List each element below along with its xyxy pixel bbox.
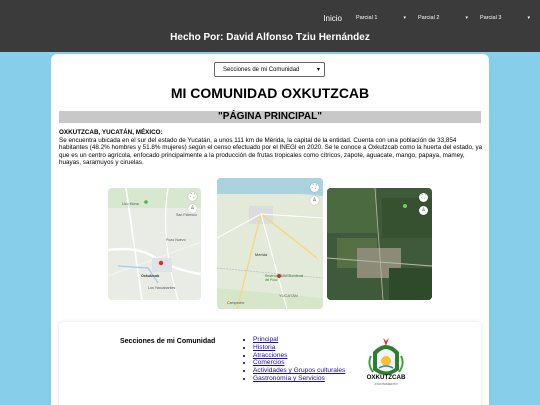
link-comercios[interactable]: Comercios — [253, 359, 285, 366]
list-item: Gastronomía y Servicios — [253, 375, 345, 383]
author-credit: Hecho Por: David Alfonso Tziu Hernández — [170, 32, 370, 43]
link-principal[interactable]: Principal — [253, 336, 278, 343]
main-nav: Inicio Parcial 1 ▾ Parcial 2 ▾ Parcial 3… — [323, 12, 532, 24]
intro-paragraph: OXKUTZCAB, YUCATÁN, MÉXICO: Se encuentra… — [59, 129, 483, 167]
fullscreen-icon[interactable]: ⛶ — [310, 183, 319, 192]
logo-text: OXKUTZCAB — [366, 374, 406, 381]
list-item: Atracciones — [253, 352, 345, 360]
map-label: Mérida — [255, 252, 268, 257]
logo-subtext: AYUNTAMIENTO — [374, 382, 398, 386]
link-actividades[interactable]: Actividades y Grupos culturales — [253, 367, 345, 374]
main-card: Secciones de mi Comunidad ▾ MI COMUNIDAD… — [51, 54, 489, 405]
map-label: Los Yaxcabantes — [148, 286, 176, 290]
map-label: Oxkutzcab — [141, 274, 160, 278]
footer-title: Secciones de mi Comunidad — [120, 338, 216, 345]
fullscreen-icon[interactable]: ⛶ — [188, 192, 197, 201]
page-title: MI COMUNIDAD OXKUTZCAB — [170, 85, 370, 101]
footer-links-list: Principal Historia Atracciones Comercios… — [245, 336, 345, 383]
nav-home-link[interactable]: Inicio — [323, 14, 342, 23]
list-item: Comercios — [253, 359, 345, 367]
map-oxkutzcab-satellite[interactable]: ⛶ ♙ — [327, 188, 432, 300]
map-label: Reserva Estatal Biocultural del Puuc — [265, 274, 304, 282]
map-region-graphic — [217, 178, 323, 309]
link-historia[interactable]: Historia — [253, 344, 275, 351]
map-label: Pozo Nuevo — [166, 238, 186, 242]
map-oxkutzcab-street[interactable]: Lico Mona San Fidencio Pozo Nuevo Oxkutz… — [108, 188, 201, 300]
map-satellite-graphic — [327, 188, 432, 300]
sections-dropdown-value: Secciones de mi Comunidad — [223, 66, 300, 73]
page-subtitle: "PÁGINA PRINCIPAL" — [59, 111, 481, 123]
map-label: Campeche — [227, 301, 245, 305]
list-item: Principal — [253, 336, 345, 344]
chevron-down-icon: ▾ — [527, 15, 530, 21]
sections-dropdown[interactable]: Secciones de mi Comunidad ▾ — [214, 62, 325, 77]
top-navbar: Inicio Parcial 1 ▾ Parcial 2 ▾ Parcial 3… — [0, 0, 540, 52]
street-view-icon[interactable]: ♙ — [310, 196, 319, 205]
list-item: Historia — [253, 344, 345, 352]
nav-select-parcial-3[interactable]: Parcial 3 ▾ — [476, 12, 532, 24]
map-label: YUCATÁN — [279, 293, 298, 298]
nav-select-label: Parcial 1 — [356, 15, 378, 21]
intro-heading: OXKUTZCAB, YUCATÁN, MÉXICO: — [59, 129, 163, 136]
chevron-down-icon: ▾ — [316, 67, 320, 73]
nav-select-parcial-1[interactable]: Parcial 1 ▾ — [352, 12, 408, 24]
street-view-icon[interactable]: ♙ — [188, 204, 197, 213]
nav-select-label: Parcial 2 — [418, 15, 440, 21]
list-item: Actividades y Grupos culturales — [253, 367, 345, 375]
chevron-down-icon: ▾ — [465, 15, 468, 21]
nav-select-parcial-2[interactable]: Parcial 2 ▾ — [414, 12, 470, 24]
map-yucatan-region[interactable]: Mérida Reserva Estatal Biocultural del P… — [217, 178, 323, 309]
street-view-icon[interactable]: ♙ — [419, 206, 428, 215]
map-label: San Fidencio — [176, 213, 197, 217]
link-atracciones[interactable]: Atracciones — [253, 352, 287, 359]
map-label: Lico Mona — [122, 202, 139, 206]
chevron-down-icon: ▾ — [403, 15, 406, 21]
link-gastronomia[interactable]: Gastronomía y Servicios — [253, 375, 325, 382]
intro-text: Se encuentra ubicada en el sur del estad… — [59, 136, 483, 167]
nav-select-label: Parcial 3 — [480, 15, 502, 21]
fullscreen-icon[interactable]: ⛶ — [419, 193, 428, 202]
footer-sections: Secciones de mi Comunidad Principal Hist… — [59, 322, 481, 405]
